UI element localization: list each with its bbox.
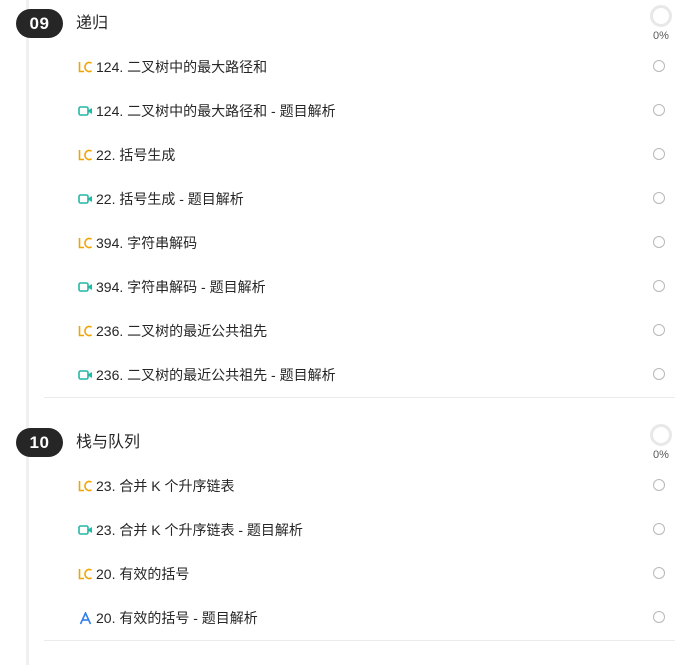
completion-circle-icon[interactable] (653, 523, 665, 535)
video-icon (77, 522, 93, 538)
completion-circle-icon[interactable] (653, 368, 665, 380)
chapter-progress: 0% (648, 5, 674, 42)
article-icon (77, 610, 93, 626)
video-icon (77, 367, 93, 383)
chapter-header[interactable]: 10 栈与队列 0% (0, 419, 693, 464)
lesson-title: 20. 有效的括号 - 题目解析 (96, 610, 258, 626)
lesson-item[interactable]: 20. 有效的括号 - 题目解析 (0, 596, 693, 640)
completion-circle-icon[interactable] (653, 324, 665, 336)
video-icon (77, 103, 93, 119)
leetcode-icon (77, 478, 93, 494)
lesson-title: 23. 合并 K 个升序链表 (96, 478, 235, 494)
lesson-list: 23. 合并 K 个升序链表 23. 合并 K 个升序链表 - 题目解析 20.… (0, 464, 693, 640)
completion-circle-icon[interactable] (653, 60, 665, 72)
lesson-title: 22. 括号生成 - 题目解析 (96, 191, 244, 207)
section-divider (44, 640, 675, 641)
completion-circle-icon[interactable] (653, 148, 665, 160)
video-icon (77, 279, 93, 295)
completion-circle-icon[interactable] (653, 192, 665, 204)
progress-ring-icon (650, 5, 672, 27)
leetcode-icon (77, 235, 93, 251)
chapter-number-badge: 09 (16, 9, 63, 38)
progress-percentage: 0% (653, 449, 669, 461)
lesson-item[interactable]: 20. 有效的括号 (0, 552, 693, 596)
lesson-item[interactable]: 394. 字符串解码 - 题目解析 (0, 265, 693, 309)
lesson-title: 236. 二叉树的最近公共祖先 (96, 323, 268, 339)
lesson-item[interactable]: 394. 字符串解码 (0, 221, 693, 265)
lesson-title: 394. 字符串解码 - 题目解析 (96, 279, 266, 295)
chapter-title: 栈与队列 (76, 434, 141, 451)
completion-circle-icon[interactable] (653, 479, 665, 491)
lesson-title: 20. 有效的括号 (96, 566, 190, 582)
leetcode-icon (77, 323, 93, 339)
completion-circle-icon[interactable] (653, 236, 665, 248)
lesson-item[interactable]: 23. 合并 K 个升序链表 (0, 464, 693, 508)
lesson-title: 236. 二叉树的最近公共祖先 - 题目解析 (96, 367, 336, 383)
lesson-item[interactable]: 124. 二叉树中的最大路径和 - 题目解析 (0, 89, 693, 133)
lesson-title: 124. 二叉树中的最大路径和 (96, 59, 268, 75)
lesson-item[interactable]: 236. 二叉树的最近公共祖先 - 题目解析 (0, 353, 693, 397)
chapter-number-badge: 10 (16, 428, 63, 457)
chapter-header[interactable]: 09 递归 0% (0, 0, 693, 44)
lesson-list: 124. 二叉树中的最大路径和 124. 二叉树中的最大路径和 - 题目解析 2… (0, 45, 693, 397)
leetcode-icon (77, 59, 93, 75)
course-outline: 09 递归 0% 124. 二叉树中的最大路径和 124. 二叉树中的最大路径和… (0, 0, 693, 641)
lesson-item[interactable]: 22. 括号生成 - 题目解析 (0, 177, 693, 221)
lesson-item[interactable]: 22. 括号生成 (0, 133, 693, 177)
progress-ring-icon (650, 424, 672, 446)
progress-percentage: 0% (653, 30, 669, 42)
leetcode-icon (77, 566, 93, 582)
chapter-title: 递归 (76, 15, 109, 32)
chapter-section: 10 栈与队列 0% 23. 合并 K 个升序链表 23. 合并 K 个升序链表… (0, 419, 693, 641)
completion-circle-icon[interactable] (653, 567, 665, 579)
leetcode-icon (77, 147, 93, 163)
lesson-title: 23. 合并 K 个升序链表 - 题目解析 (96, 522, 303, 538)
lesson-title: 394. 字符串解码 (96, 235, 198, 251)
completion-circle-icon[interactable] (653, 611, 665, 623)
lesson-title: 124. 二叉树中的最大路径和 - 题目解析 (96, 103, 336, 119)
lesson-title: 22. 括号生成 (96, 147, 176, 163)
lesson-item[interactable]: 236. 二叉树的最近公共祖先 (0, 309, 693, 353)
lesson-item[interactable]: 23. 合并 K 个升序链表 - 题目解析 (0, 508, 693, 552)
chapter-section: 09 递归 0% 124. 二叉树中的最大路径和 124. 二叉树中的最大路径和… (0, 0, 693, 398)
video-icon (77, 191, 93, 207)
section-divider (44, 397, 675, 398)
chapter-progress: 0% (648, 424, 674, 461)
completion-circle-icon[interactable] (653, 104, 665, 116)
completion-circle-icon[interactable] (653, 280, 665, 292)
lesson-item[interactable]: 124. 二叉树中的最大路径和 (0, 45, 693, 89)
